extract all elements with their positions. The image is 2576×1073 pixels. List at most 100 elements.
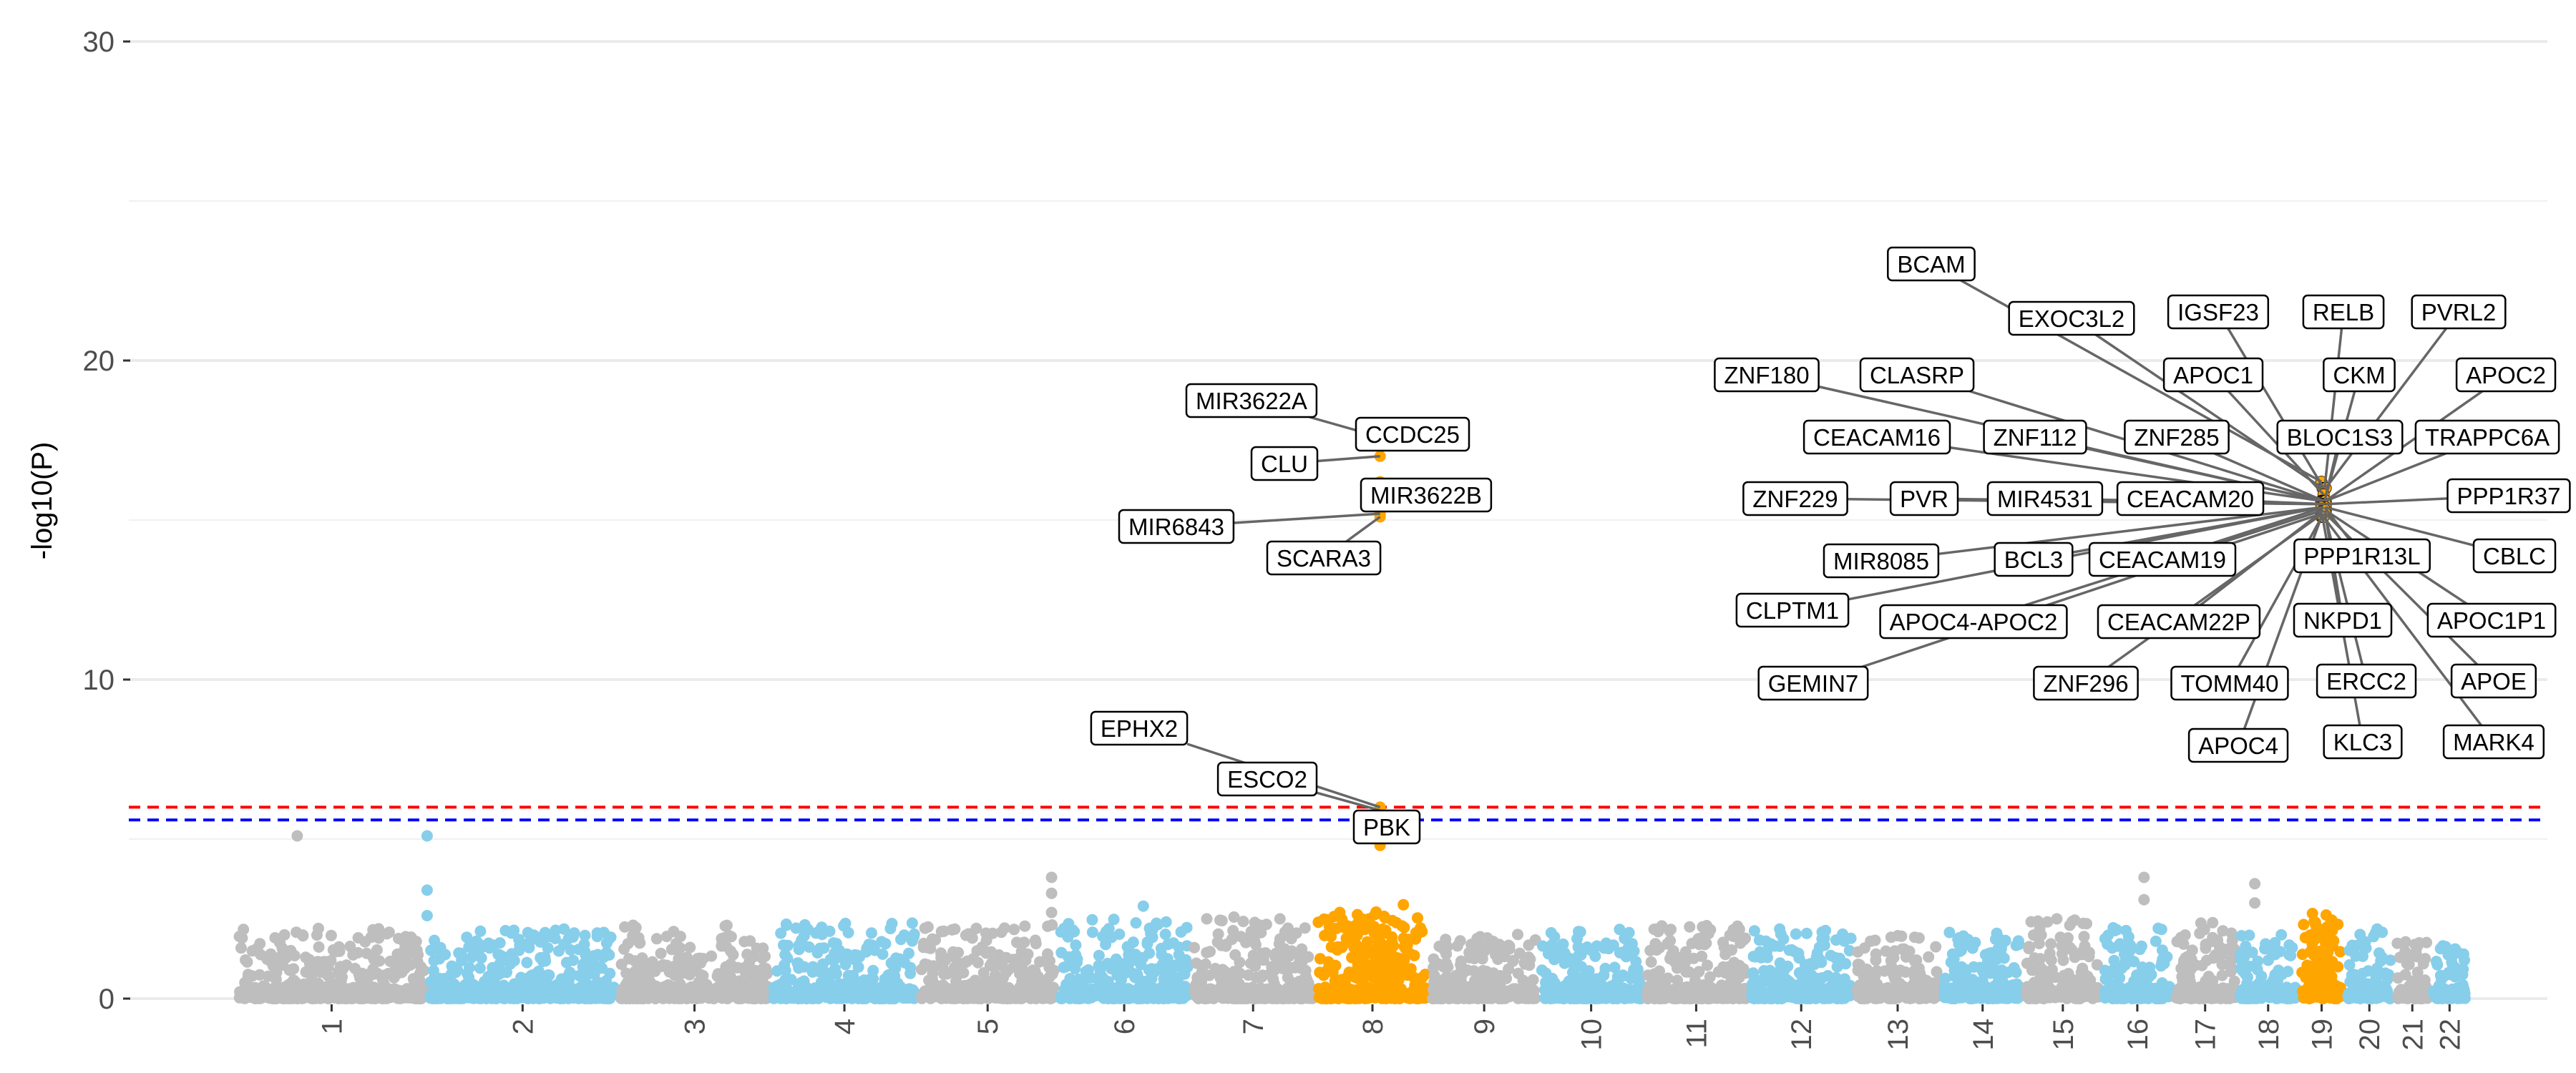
data-point bbox=[1623, 926, 1635, 939]
data-point bbox=[1902, 987, 1914, 999]
data-point bbox=[1829, 951, 1841, 964]
data-point bbox=[1113, 964, 1124, 976]
data-point bbox=[1094, 964, 1106, 976]
data-point bbox=[738, 964, 751, 976]
data-point bbox=[1939, 972, 1951, 984]
data-point bbox=[269, 981, 280, 994]
data-point bbox=[906, 917, 918, 929]
data-point bbox=[1440, 934, 1452, 946]
data-point bbox=[655, 947, 667, 959]
data-point bbox=[560, 956, 572, 969]
data-point bbox=[393, 933, 404, 944]
data-point bbox=[1609, 985, 1621, 996]
data-point bbox=[1523, 951, 1535, 963]
data-point bbox=[1830, 934, 1842, 946]
data-point bbox=[677, 967, 689, 979]
data-point bbox=[722, 983, 734, 995]
data-point bbox=[1988, 984, 2000, 996]
data-point bbox=[505, 982, 517, 994]
data-point bbox=[1083, 988, 1096, 1000]
data-point bbox=[799, 991, 811, 1003]
data-point bbox=[1816, 926, 1828, 938]
data-point bbox=[1870, 948, 1882, 960]
data-point bbox=[1279, 943, 1291, 955]
threshold-lines bbox=[129, 805, 2547, 822]
data-point bbox=[1930, 941, 1942, 953]
data-point bbox=[1211, 936, 1224, 948]
data-point bbox=[1512, 929, 1523, 941]
data-point bbox=[1572, 941, 1584, 953]
data-point bbox=[499, 925, 512, 936]
data-point bbox=[627, 921, 639, 932]
data-point bbox=[945, 992, 957, 1004]
data-point bbox=[2007, 987, 2019, 999]
data-point bbox=[1368, 927, 1380, 939]
data-point bbox=[1788, 946, 1800, 958]
data-point bbox=[1367, 971, 1380, 984]
data-point bbox=[1454, 935, 1466, 947]
data-point bbox=[1699, 939, 1711, 951]
data-point bbox=[2010, 966, 2022, 979]
data-point bbox=[1684, 921, 1696, 933]
data-point bbox=[396, 966, 408, 979]
data-point bbox=[1869, 934, 1881, 946]
data-point bbox=[867, 964, 879, 976]
data-point bbox=[1033, 984, 1045, 996]
data-point bbox=[1159, 929, 1171, 941]
data-point bbox=[1398, 941, 1410, 953]
data-point bbox=[1008, 954, 1020, 966]
data-point bbox=[976, 941, 988, 953]
data-point bbox=[791, 957, 804, 969]
data-point bbox=[660, 931, 673, 943]
data-point bbox=[282, 992, 294, 1004]
data-point bbox=[1071, 956, 1083, 969]
data-point bbox=[1175, 959, 1186, 971]
data-point bbox=[1397, 898, 1410, 911]
data-point bbox=[1240, 936, 1252, 949]
data-point bbox=[1806, 989, 1818, 1001]
data-point bbox=[2024, 942, 2036, 954]
data-point bbox=[1506, 986, 1518, 998]
data-point bbox=[1747, 992, 1759, 1004]
data-point bbox=[1775, 928, 1787, 940]
data-point bbox=[723, 929, 735, 941]
data-point bbox=[1396, 920, 1408, 932]
data-point bbox=[1795, 969, 1807, 981]
data-point bbox=[1355, 946, 1367, 959]
data-point bbox=[414, 989, 426, 1001]
data-point bbox=[1349, 920, 1360, 932]
data-point bbox=[1094, 984, 1106, 996]
data-point bbox=[648, 991, 660, 1003]
data-point bbox=[919, 922, 931, 934]
data-point bbox=[1507, 955, 1519, 967]
data-point bbox=[1253, 992, 1264, 1004]
data-point bbox=[2077, 945, 2089, 957]
data-point bbox=[847, 969, 859, 981]
data-point bbox=[898, 992, 910, 1004]
data-point bbox=[1042, 920, 1054, 932]
data-point bbox=[1652, 926, 1664, 938]
data-point bbox=[1465, 939, 1478, 951]
data-point bbox=[1769, 940, 1781, 952]
data-point bbox=[1755, 984, 1767, 996]
data-point bbox=[1201, 913, 1213, 925]
data-point bbox=[1386, 936, 1398, 948]
data-point bbox=[265, 948, 277, 960]
data-point bbox=[946, 923, 958, 936]
data-point bbox=[1314, 953, 1326, 965]
data-point bbox=[235, 942, 247, 954]
data-point bbox=[2054, 931, 2067, 944]
data-point bbox=[1737, 934, 1750, 946]
data-point bbox=[1672, 991, 1684, 1004]
data-point bbox=[820, 966, 831, 979]
data-point bbox=[1047, 981, 1058, 994]
data-point bbox=[1412, 912, 1423, 924]
data-point bbox=[1671, 962, 1683, 974]
data-point bbox=[317, 981, 329, 994]
data-point bbox=[249, 981, 261, 994]
data-point bbox=[524, 935, 536, 947]
data-point bbox=[833, 987, 845, 999]
data-point bbox=[1244, 984, 1257, 996]
data-point bbox=[603, 933, 615, 945]
data-point bbox=[256, 991, 268, 1003]
